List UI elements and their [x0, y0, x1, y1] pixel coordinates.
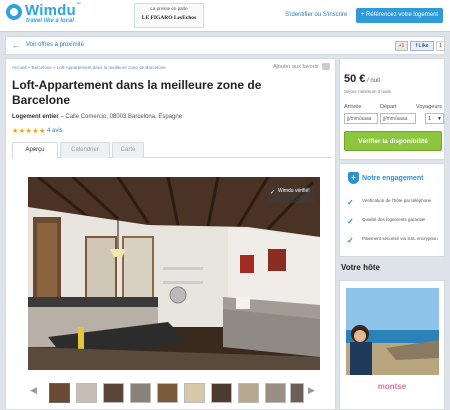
arrival-label: Arrivée [344, 104, 362, 110]
next-thumb-arrow-icon[interactable]: ▶ [308, 385, 315, 396]
host-box: montse [339, 280, 445, 410]
verified-badge: ✓ Wimdu vérifié! [268, 187, 314, 203]
thumbnail[interactable] [184, 383, 205, 403]
press-label: La presse en parle [150, 6, 188, 11]
tagline: travel like a local [26, 18, 75, 24]
host-photo-image [346, 288, 439, 375]
press-box: La presse en parle LE FIGARO LesEchos [134, 3, 204, 28]
check-availability-button[interactable]: Vérifier la disponibilité [344, 131, 442, 151]
guests-value: 1 [428, 116, 432, 122]
commitment-title: Notre engagement [362, 175, 424, 182]
departure-label: Départ [380, 104, 397, 110]
check-icon: ✓ [347, 236, 354, 245]
host-name[interactable]: montse [340, 382, 444, 391]
list-property-button[interactable]: + Référencez votre logement [356, 8, 443, 23]
wimdu-logo-icon[interactable] [6, 4, 22, 20]
logo[interactable]: Wimdu™ [25, 2, 81, 19]
host-avatar[interactable] [346, 288, 439, 375]
thumbnail-strip: ◀ ▶ [28, 381, 320, 405]
shield-icon: + [348, 172, 359, 184]
arrival-date-input[interactable]: jj/mm/aaaa [344, 113, 378, 124]
google-plus-button[interactable]: +1 [395, 41, 408, 51]
prev-thumb-arrow-icon[interactable]: ◀ [30, 385, 37, 396]
host-title: Votre hôte [341, 263, 380, 272]
main-photo[interactable]: ✓ Wimdu vérifié! [28, 177, 320, 370]
guests-label: Voyageurs [416, 104, 442, 110]
add-favorites-link[interactable]: Ajouter aux favoris [273, 64, 319, 70]
commitment-item: Qualité des logements garantie! [362, 217, 426, 222]
tab-apercu[interactable]: Aperçu [12, 142, 58, 159]
listing-location: Logement entier – Calle Comercio, 08003 … [12, 114, 182, 120]
thumbnail[interactable] [290, 383, 304, 403]
thumbnail[interactable] [265, 383, 286, 403]
thumbnail[interactable] [49, 383, 70, 403]
thumbnail[interactable] [157, 383, 178, 403]
back-bar: ← Voir offres à proximité +1 f Like 1 [5, 36, 445, 55]
departure-date-input[interactable]: jj/mm/aaaa [380, 113, 416, 124]
listing-title: Loft-Appartement dans la meilleure zone … [12, 78, 262, 107]
min-stay: Séjour minimum 2 nuits [344, 89, 392, 94]
check-icon: ✓ [347, 217, 354, 226]
commitment-item: Paiement sécurisé via SSL encryption [362, 236, 438, 241]
top-bar: Wimdu™ travel like a local La presse en … [0, 0, 450, 32]
nearby-offers-link[interactable]: Voir offres à proximité [26, 42, 84, 48]
booking-box: 50 € / nuit Séjour minimum 2 nuits Arriv… [339, 58, 445, 160]
listing-address: – Calle Comercio, 08003 Barcelona, Espag… [58, 114, 183, 120]
chevron-down-icon: ▼ [437, 116, 442, 122]
thumbnail[interactable] [130, 383, 151, 403]
commitment-box: + Notre engagement ✓ Vérification de l'h… [339, 163, 445, 257]
tab-carte[interactable]: Carte [112, 142, 144, 158]
press-logos: LE FIGARO LesEchos [141, 15, 197, 21]
price: 50 € / nuit [344, 73, 380, 85]
like-count: 1 [436, 41, 445, 51]
tab-calendrier[interactable]: Calendrier [60, 142, 110, 158]
thumbnail[interactable] [103, 383, 124, 403]
listing-type: Logement entier [12, 114, 59, 120]
back-arrow-icon[interactable]: ← [12, 41, 20, 50]
login-link[interactable]: S'identifier ou S'inscrire [285, 12, 347, 18]
thumbnail[interactable] [76, 383, 97, 403]
thumbnail[interactable] [211, 383, 232, 403]
facebook-like-button[interactable]: f Like [410, 41, 434, 51]
commitment-item: Vérification de l'hôte par téléphone [362, 198, 432, 203]
listing-panel: Accueil » Barcelone » Loft-Appartement d… [5, 58, 336, 410]
favorite-heart-icon[interactable] [322, 63, 330, 70]
guests-select[interactable]: 1 ▼ [425, 113, 444, 124]
breadcrumb[interactable]: Accueil » Barcelone » Loft-Appartement d… [12, 65, 166, 70]
verified-check-icon: ✓ [270, 190, 276, 196]
rating-stars-icon: ★★★★★ [12, 128, 46, 135]
price-unit: / nuit [365, 78, 381, 84]
price-value: 50 € [344, 73, 366, 85]
thumbnail[interactable] [238, 383, 259, 403]
apartment-photo [28, 177, 320, 370]
listing-tabs: Aperçu Calendrier Carte [12, 142, 332, 159]
verified-badge-label: Wimdu vérifié! [278, 188, 310, 194]
reviews-link[interactable]: 4 avis [47, 128, 63, 134]
check-icon: ✓ [347, 198, 354, 207]
